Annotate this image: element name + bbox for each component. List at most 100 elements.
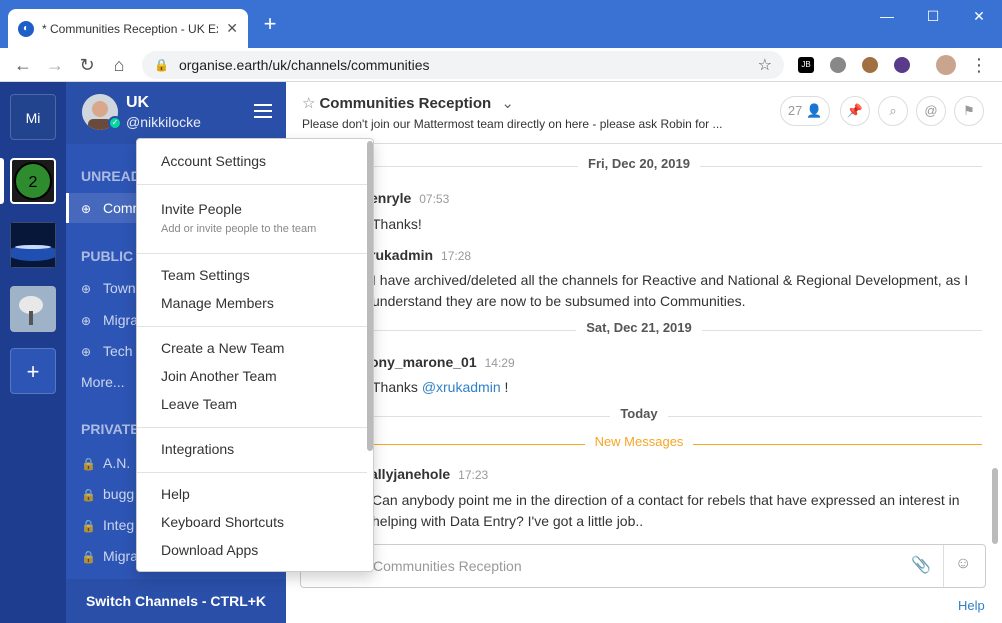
- attachment-icon[interactable]: 📎: [911, 555, 931, 575]
- composer-placeholder: Communities Reception: [373, 558, 522, 574]
- user-mention-link[interactable]: @xrukadmin: [422, 379, 501, 395]
- online-status-icon: ✓: [108, 116, 122, 130]
- menu-keyboard-shortcuts[interactable]: Keyboard Shortcuts: [161, 514, 284, 530]
- help-link[interactable]: Help: [958, 598, 985, 613]
- post-list-scrollbar[interactable]: [992, 468, 998, 544]
- menu-divider: [137, 427, 367, 428]
- add-team-button[interactable]: +: [10, 348, 56, 394]
- sidebar-item-label: Migra: [103, 312, 139, 328]
- post-username[interactable]: ony_marone_01 14:29: [370, 354, 515, 370]
- sidebar-header[interactable]: ✓ UK @nikkilocke: [66, 82, 286, 144]
- date-separator: Today: [286, 406, 992, 426]
- extension-circle-icon[interactable]: [830, 57, 846, 73]
- reload-icon[interactable]: ↻: [74, 52, 100, 78]
- channel-title[interactable]: ☆ Communities Reception ⌄: [302, 94, 514, 112]
- team-name: UK: [126, 94, 150, 111]
- member-count-button[interactable]: 27 👤: [780, 96, 830, 126]
- satellite-dish-icon: [11, 287, 55, 331]
- team-satellite-button[interactable]: [10, 286, 56, 332]
- menu-download-apps[interactable]: Download Apps: [161, 542, 258, 558]
- menu-leave-team[interactable]: Leave Team: [161, 396, 237, 412]
- menu-invite-people[interactable]: Invite People: [161, 201, 242, 217]
- globe-icon: ⊕: [81, 314, 92, 328]
- team-mi-button[interactable]: Mi: [10, 94, 56, 140]
- sidebar-item-label: Tech: [103, 343, 133, 359]
- main-menu-dropdown: Account Settings Invite People Add or in…: [136, 138, 374, 572]
- back-arrow-icon[interactable]: ←: [10, 52, 36, 78]
- chevron-down-icon[interactable]: ⌄: [501, 95, 514, 112]
- sidebar-item-label: A.N.: [103, 455, 131, 471]
- post-username[interactable]: rukadmin 17:28: [370, 247, 471, 263]
- menu-divider: [137, 326, 367, 327]
- menu-divider: [137, 472, 367, 473]
- member-count: 27: [787, 103, 803, 118]
- new-tab-button[interactable]: +: [258, 12, 282, 36]
- browser-titlebar: ◐ * Communities Reception - UK Ex ✕ + — …: [0, 0, 1002, 48]
- sidebar-item-label: Integ: [103, 517, 135, 533]
- switch-channels-button[interactable]: Switch Channels - CTRL+K: [66, 579, 286, 623]
- message-composer[interactable]: Communities Reception 📎 ☺: [300, 544, 986, 588]
- menu-scrollbar[interactable]: [367, 141, 373, 451]
- favorite-star-icon[interactable]: ☆: [302, 95, 315, 112]
- flagged-posts-icon[interactable]: ⚑: [954, 96, 984, 126]
- username: @nikkilocke: [126, 114, 201, 130]
- extension-cookie-icon[interactable]: [862, 57, 878, 73]
- menu-help[interactable]: Help: [161, 486, 190, 502]
- sidebar-item-label: bugg: [103, 486, 135, 502]
- post-list: Fri, Dec 20, 2019 enryle 07:53 Thanks! ru…: [286, 144, 1002, 544]
- date-separator: Sat, Dec 21, 2019: [286, 320, 992, 340]
- post-message: Can anybody point me in the direction of…: [372, 492, 960, 529]
- tab-title: * Communities Reception - UK Ex: [42, 21, 218, 36]
- post-time[interactable]: 17:23: [458, 468, 488, 482]
- browser-toolbar: ← → ↻ ⌂ 🔒 organise.earth/uk/channels/com…: [0, 48, 1002, 82]
- menu-team-settings[interactable]: Team Settings: [161, 267, 250, 283]
- menu-account-settings[interactable]: Account Settings: [161, 153, 266, 169]
- channel-header: ☆ Communities Reception ⌄ Please don't jo…: [286, 82, 1002, 144]
- menu-integrations[interactable]: Integrations: [161, 441, 234, 457]
- address-bar[interactable]: 🔒 organise.earth/uk/channels/communities…: [142, 51, 784, 79]
- close-tab-icon[interactable]: ✕: [226, 20, 238, 37]
- post-username[interactable]: enryle 07:53: [370, 190, 449, 206]
- menu-manage-members[interactable]: Manage Members: [161, 295, 274, 311]
- post-time[interactable]: 07:53: [419, 192, 449, 206]
- browser-menu-icon[interactable]: ⋮: [966, 52, 992, 78]
- lock-icon: 🔒: [81, 519, 96, 533]
- channel-purpose: Please don't join our Mattermost team di…: [302, 117, 723, 131]
- mentions-icon[interactable]: @: [916, 96, 946, 126]
- post-username[interactable]: allyjanehole 17:23: [370, 466, 488, 482]
- extension-shield-icon[interactable]: [894, 57, 910, 73]
- post-message: Thanks @xrukadmin !: [372, 379, 509, 395]
- post-message: I have archived/deleted all the channels…: [372, 272, 969, 309]
- profile-avatar-icon[interactable]: [936, 55, 956, 75]
- lock-icon: 🔒: [81, 457, 96, 471]
- post-time[interactable]: 14:29: [485, 356, 515, 370]
- forward-arrow-icon[interactable]: →: [42, 52, 68, 78]
- date-separator: Fri, Dec 20, 2019: [286, 156, 992, 176]
- private-section-header: PRIVATE: [81, 421, 140, 437]
- main-menu-icon[interactable]: [254, 104, 272, 122]
- minimize-button[interactable]: —: [864, 4, 910, 28]
- member-icon: 👤: [805, 103, 823, 118]
- post-time[interactable]: 17:28: [441, 249, 471, 263]
- close-window-button[interactable]: ✕: [956, 4, 1002, 28]
- jb-extension-icon[interactable]: JB: [798, 57, 814, 73]
- menu-join-team[interactable]: Join Another Team: [161, 368, 277, 384]
- pinned-posts-icon[interactable]: 📌: [840, 96, 870, 126]
- bookmark-star-icon[interactable]: ☆: [758, 55, 772, 75]
- lock-icon: 🔒: [154, 58, 169, 72]
- maximize-button[interactable]: ☐: [910, 4, 956, 28]
- team-earth-button[interactable]: [7, 222, 59, 268]
- earth-horizon-icon: [7, 223, 59, 267]
- home-icon[interactable]: ⌂: [106, 52, 132, 78]
- browser-tab[interactable]: ◐ * Communities Reception - UK Ex ✕: [8, 9, 248, 48]
- active-team-indicator: [0, 158, 4, 204]
- menu-create-team[interactable]: Create a New Team: [161, 340, 284, 356]
- lock-icon: 🔒: [81, 488, 96, 502]
- emoji-icon[interactable]: ☺: [955, 555, 971, 573]
- search-icon[interactable]: ⌕: [878, 96, 908, 126]
- unread-section-header: UNREAD: [81, 168, 141, 184]
- lock-icon: 🔒: [81, 550, 96, 564]
- url-text: organise.earth/uk/channels/communities: [178, 57, 430, 73]
- globe-icon: ⊕: [81, 345, 92, 359]
- team-uk-button[interactable]: 2: [10, 158, 56, 204]
